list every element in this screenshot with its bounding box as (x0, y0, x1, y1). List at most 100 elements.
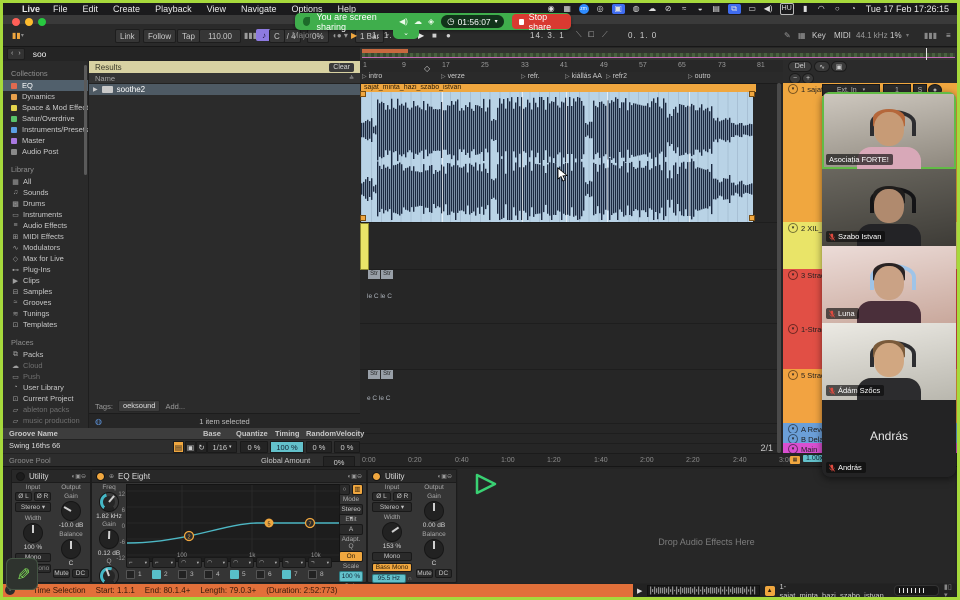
device-header-icons[interactable]: ◐▣⊖ (438, 473, 452, 480)
groove-lock-icon[interactable]: ▣ (185, 441, 196, 453)
dc-button[interactable]: DC (72, 569, 89, 578)
back-to-arrangement-button[interactable]: ▲ (765, 586, 775, 596)
eq-band[interactable]: ◠▾ 3 (178, 557, 202, 579)
add-tag-button[interactable]: Add... (165, 402, 185, 411)
eq-band-toggle[interactable] (282, 570, 291, 579)
clip-handle[interactable] (360, 91, 366, 97)
status-icon[interactable]: ○ (833, 4, 842, 14)
tag-chip[interactable]: oeksound (118, 400, 161, 412)
eq-band-shape-select[interactable]: ◠▾ (256, 557, 280, 568)
sidebar-item-library[interactable]: ∿ Modulators (3, 242, 88, 253)
phase-right-button[interactable]: Ø R (393, 492, 412, 501)
eq-band[interactable]: ¬▾ 7 (282, 557, 306, 579)
punch-out-icon[interactable]: ⟋ (599, 29, 611, 41)
sidebar-scrollbar[interactable] (84, 65, 87, 175)
link-button[interactable]: Link (115, 29, 140, 43)
sidebar-item-library[interactable]: ▩ Drums (3, 198, 88, 209)
analyzer-toggle[interactable]: ▥ (352, 484, 363, 495)
status-icon[interactable]: HU (780, 3, 794, 15)
clip-handle[interactable] (360, 215, 366, 221)
menu-item[interactable]: Playback (155, 4, 192, 14)
sidebar-item-place[interactable]: ⧉ Packs (3, 349, 88, 360)
sidebar-item-place[interactable]: ▱ ableton packs (3, 404, 88, 415)
cloud-recording-icon[interactable]: ☁ (414, 17, 422, 26)
sidebar-item-place[interactable]: ▭ Push (3, 371, 88, 382)
sidebar-item-collection[interactable]: Master (3, 135, 88, 146)
stop-share-button[interactable]: Stop share (512, 14, 571, 29)
sidebar-item-library[interactable]: ≈ Grooves (3, 297, 88, 308)
sidebar-item-place[interactable]: ⊡ Current Project (3, 393, 88, 404)
gain-knob[interactable] (424, 501, 444, 521)
sidebar-item-library[interactable]: ≋ Tunings (3, 308, 88, 319)
eq-band-toggle[interactable] (126, 570, 135, 579)
annotation-pencil-tool[interactable]: ✎ (6, 558, 38, 590)
small-clip[interactable]: Str (381, 370, 393, 379)
zoom-window-button[interactable] (38, 18, 46, 26)
eq-band-toggle[interactable] (178, 570, 187, 579)
device-header-icons[interactable]: ◐▣⊖ (348, 473, 362, 480)
device-activator-on[interactable] (372, 472, 381, 481)
track-fold-icon[interactable]: ▾ (788, 424, 798, 433)
eq-band-shape-select[interactable]: ⌐▾ (126, 557, 150, 568)
status-icon[interactable]: ◔ (849, 4, 858, 14)
status-icon[interactable]: ▭ (748, 4, 757, 14)
locator-marker[interactable]: ▷ kiállás AA (565, 73, 602, 80)
eq-band[interactable]: ⌐▾ 1 (126, 557, 150, 579)
status-icon[interactable]: ◀) (764, 4, 773, 14)
meeting-timer[interactable]: ◷01:56:07▾ (441, 15, 504, 28)
record-button[interactable]: ● (443, 29, 454, 41)
sidebar-item-library[interactable]: ▶ Clips (3, 275, 88, 286)
track-fold-icon[interactable]: ▾ (788, 370, 798, 380)
balance-knob[interactable] (61, 539, 81, 559)
clip-mini-waveform[interactable] (647, 585, 759, 596)
status-icon[interactable]: ▤ (712, 4, 721, 14)
menu-item[interactable]: View (207, 4, 226, 14)
groove-base-select[interactable]: 1/16▾ (207, 441, 237, 453)
loop-switch[interactable]: ⧠ (585, 29, 597, 41)
gain-knob[interactable] (61, 501, 81, 521)
sidebar-item-library[interactable]: ≡ Audio Effects (3, 220, 88, 231)
delete-button[interactable]: Del (788, 61, 812, 72)
mono-button[interactable]: Mono (372, 552, 412, 561)
eq-band[interactable]: ◠▾ 4 (204, 557, 228, 579)
menu-item[interactable]: Edit (83, 4, 99, 14)
phase-left-button[interactable]: Ø L (15, 492, 32, 501)
eq-band[interactable]: ◠▾ 5 (230, 557, 254, 579)
locator-marker[interactable]: ▷ refr2 (606, 73, 627, 80)
audio-clip-waveform-region[interactable] (361, 92, 753, 222)
eq-band-toggle[interactable] (308, 570, 317, 579)
track-fold-icon[interactable]: ▾ (788, 270, 798, 280)
computer-midi-keyboard-icon[interactable]: ▦ (795, 29, 809, 41)
status-icon[interactable]: ▣ (612, 4, 625, 14)
locator-marker[interactable]: ▷ verze (441, 73, 465, 80)
stop-button[interactable]: ■ (429, 29, 440, 41)
punch-in-icon[interactable]: ⟍ (573, 29, 585, 41)
status-icon[interactable]: ◍ (632, 4, 641, 14)
sidebar-item-place[interactable]: ☁ Cloud (3, 360, 88, 371)
device-title-bar[interactable]: ⊕ EQ Eight ◐▣⊖ (92, 470, 366, 483)
small-clip[interactable]: Str (368, 370, 380, 379)
groove-refresh-icon[interactable]: ↻ (196, 441, 207, 453)
groove-timing-field[interactable]: 100 % (270, 441, 304, 453)
groove-velocity-field[interactable]: 0 % (334, 441, 360, 453)
close-window-button[interactable] (12, 18, 20, 26)
small-clip[interactable]: Str (381, 270, 393, 279)
eq-band-toggle[interactable] (204, 570, 213, 579)
device-header-icons[interactable]: ◐▣⊖ (72, 473, 86, 480)
status-icon[interactable]: ⊘ (664, 4, 673, 14)
warp-icon[interactable]: ▦ (790, 456, 800, 464)
eq-band-toggle[interactable] (230, 570, 239, 579)
result-row[interactable]: ▶ soothe2 (89, 84, 360, 95)
clip-handle[interactable] (749, 215, 755, 221)
sidebar-item-library[interactable]: ▭ Instruments (3, 209, 88, 220)
sidebar-item-library[interactable]: ⊞ MIDI Effects (3, 231, 88, 242)
eq-band[interactable]: ◠▾ 6 (256, 557, 280, 579)
sidebar-item-library[interactable]: ▦ All (3, 176, 88, 187)
eq-band-shape-select[interactable]: ⌐▾ (152, 557, 176, 568)
eq-curve-display[interactable]: 2 5 7 126 0-6 -12 100 1k 10k (126, 484, 340, 562)
preview-play-icon[interactable]: ▶ (637, 587, 642, 595)
menu-item[interactable]: Live (22, 4, 40, 14)
status-icon[interactable]: ☁ (648, 4, 657, 14)
balance-knob[interactable] (424, 539, 444, 559)
status-icon[interactable]: ◎ (596, 4, 605, 14)
